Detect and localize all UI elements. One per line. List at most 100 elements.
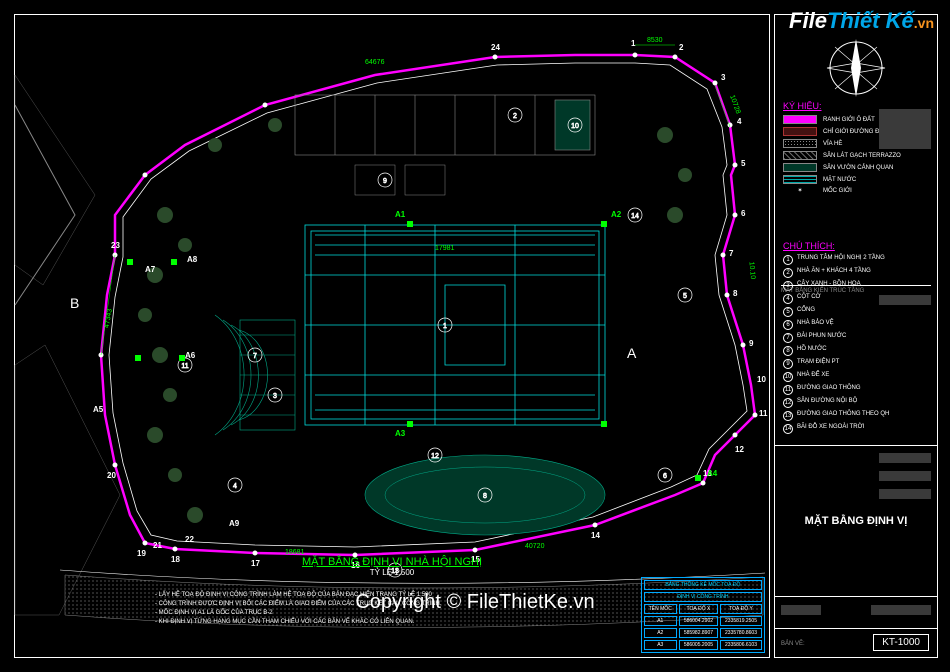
- tb-redact-6: [871, 605, 931, 615]
- tb-redact-1: [879, 109, 931, 149]
- tb-divider-1: [775, 445, 937, 446]
- coord-r1c3: 2335819.2505: [720, 616, 762, 626]
- svg-text:4: 4: [233, 483, 237, 490]
- node-7: 7: [729, 249, 733, 258]
- legend-item-7: ✶MỐC GIỚI: [783, 187, 929, 194]
- node-20: 20: [107, 471, 116, 480]
- dim-b1: 40720: [525, 543, 544, 550]
- node-23: 23: [111, 241, 120, 250]
- tb-redact-5: [879, 489, 931, 499]
- note-2: 2NHÀ ĂN + KHÁCH 4 TẦNG: [783, 268, 929, 278]
- coord-table-title: BẢNG THỐNG KÊ MỐC TOẠ ĐỘ: [644, 580, 762, 590]
- title-block: KÝ HIỆU: RANH GIỚI Ô ĐẤT CHỈ GIỚI ĐƯỜNG …: [774, 14, 938, 658]
- anchor-a2: A2: [611, 210, 621, 219]
- node-8: 8: [733, 289, 737, 298]
- coord-r3c2: 586005.2005: [679, 640, 718, 650]
- note-9: 9TRẠM ĐIỆN PT: [783, 359, 929, 369]
- node-21: 21: [153, 541, 162, 550]
- tb-redact-4: [879, 471, 931, 481]
- tb-redact-2: [879, 295, 931, 305]
- anchor-a9: A9: [229, 519, 239, 528]
- svg-text:7: 7: [253, 353, 257, 360]
- anchor-a1: A1: [395, 210, 405, 219]
- coord-table-subtitle: ĐỊNH VỊ CÔNG TRÌNH: [644, 592, 762, 602]
- note-6: 6NHÀ BẢO VỆ: [783, 320, 929, 330]
- node-3: 3: [721, 73, 725, 82]
- note-12: 12SÂN ĐƯỜNG NỘI BỘ: [783, 398, 929, 408]
- note-11: 11ĐƯỜNG GIAO THÔNG: [783, 385, 929, 395]
- coord-th-2: TOẠ ĐỘ X: [679, 604, 718, 614]
- dim-bldg: 17981: [435, 245, 454, 252]
- svg-text:8: 8: [483, 493, 487, 500]
- legend-label-2: CHỈ GIỚI ĐƯỜNG ĐỎ: [823, 129, 884, 135]
- node-14: 14: [591, 531, 600, 540]
- node-2: 2: [679, 43, 683, 52]
- legend-item-6: MẶT NƯỚC: [783, 175, 929, 184]
- anchor-a7: A7: [145, 265, 155, 274]
- svg-text:6: 6: [663, 473, 667, 480]
- note-7: 7ĐÀI PHUN NƯỚC: [783, 333, 929, 343]
- legend-label-5: SÂN VƯỜN CẢNH QUAN: [823, 165, 893, 171]
- node-12: 12: [735, 445, 744, 454]
- node-18: 18: [171, 555, 180, 564]
- plan-title-text: MẶT BẰNG ĐỊNH VỊ NHÀ HỘI NGHỊ: [302, 556, 482, 568]
- anchor-a6: A6: [185, 351, 195, 360]
- legend-item-4: SÂN LÁT GẠCH TERRAZZO: [783, 151, 929, 160]
- node-4: 4: [737, 117, 741, 126]
- note-5: 5CỔNG: [783, 307, 929, 317]
- node-5: 5: [741, 159, 745, 168]
- svg-text:2: 2: [513, 113, 517, 120]
- svg-text:11: 11: [181, 363, 188, 370]
- notes: CHÚ THÍCH: 1TRUNG TÂM HỘI NGHỊ 2 TẦNG 2N…: [783, 241, 929, 437]
- tb-redact-3: [879, 453, 931, 463]
- note-10: 10NHÀ ĐỂ XE: [783, 372, 929, 382]
- tb-divider-3: [775, 628, 937, 629]
- node-10: 10: [757, 375, 766, 384]
- tb-divider-2: [775, 596, 937, 597]
- svg-text:1: 1: [443, 323, 447, 330]
- note-13: 13ĐƯỜNG GIAO THÔNG THEO QH: [783, 411, 929, 421]
- node-6: 6: [741, 209, 745, 218]
- coord-r1c1: A1: [644, 616, 677, 626]
- coord-r2c1: A2: [644, 628, 677, 638]
- drawing-area: 1 2 3 4 5 6 7 8 9 10 11 12 13 14 1 2 3 4…: [14, 14, 770, 658]
- legend-label-3: VỈA HÈ: [823, 141, 842, 147]
- area-a: A: [627, 345, 636, 361]
- coord-r3c1: A3: [644, 640, 677, 650]
- dim-r2: 10.10: [748, 261, 757, 279]
- plan-scale: TỶ LỆ 1:500: [302, 568, 482, 577]
- anchor-a5: A5: [93, 405, 103, 414]
- anchor-a3: A3: [395, 429, 405, 438]
- watermark-logo: FileThiết Kế.vn: [789, 8, 934, 34]
- dim-t2: 64676: [365, 59, 384, 66]
- anchor-a4: A4: [707, 469, 717, 478]
- svg-text:14: 14: [631, 213, 639, 220]
- node-11: 11: [759, 409, 767, 418]
- plan-title: MẶT BẰNG ĐỊNH VỊ NHÀ HỘI NGHỊ TỶ LỆ 1:50…: [302, 556, 482, 577]
- legend-label-4: SÂN LÁT GẠCH TERRAZZO: [823, 153, 901, 159]
- node-17: 17: [251, 559, 260, 568]
- legend-item-5: SÂN VƯỜN CẢNH QUAN: [783, 163, 929, 172]
- coord-r1c2: 586004.2902: [679, 616, 718, 626]
- anchor-a8: A8: [187, 255, 197, 264]
- tb-banve-label: BẢN VẼ:: [781, 641, 805, 647]
- node-9: 9: [749, 339, 753, 348]
- legend-label-6: MẶT NƯỚC: [823, 177, 856, 183]
- legend-label-7: MỐC GIỚI: [823, 188, 852, 194]
- coord-r2c2: 585982.8907: [679, 628, 718, 638]
- coord-r3c3: 2335806.6103: [720, 640, 762, 650]
- note-8: 8HỒ NƯỚC: [783, 346, 929, 356]
- node-22: 22: [185, 535, 194, 544]
- coord-th-3: TOẠ ĐỘ Y: [720, 604, 762, 614]
- note-14: 14BÃI ĐỖ XE NGOÀI TRỜI: [783, 424, 929, 434]
- node-24: 24: [491, 43, 500, 52]
- dim-b2: 18681: [285, 549, 304, 556]
- tb-seal: MẶT BẰNG KIẾN TRÚC TẦNG: [781, 285, 931, 294]
- svg-text:12: 12: [431, 453, 439, 460]
- sheet-number: KT-1000: [873, 634, 929, 651]
- sheet-name: MẶT BẰNG ĐỊNH VỊ: [783, 515, 929, 527]
- node-1: 1: [631, 39, 635, 48]
- svg-text:3: 3: [273, 393, 277, 400]
- svg-text:9: 9: [383, 178, 387, 185]
- compass-icon: [821, 33, 891, 103]
